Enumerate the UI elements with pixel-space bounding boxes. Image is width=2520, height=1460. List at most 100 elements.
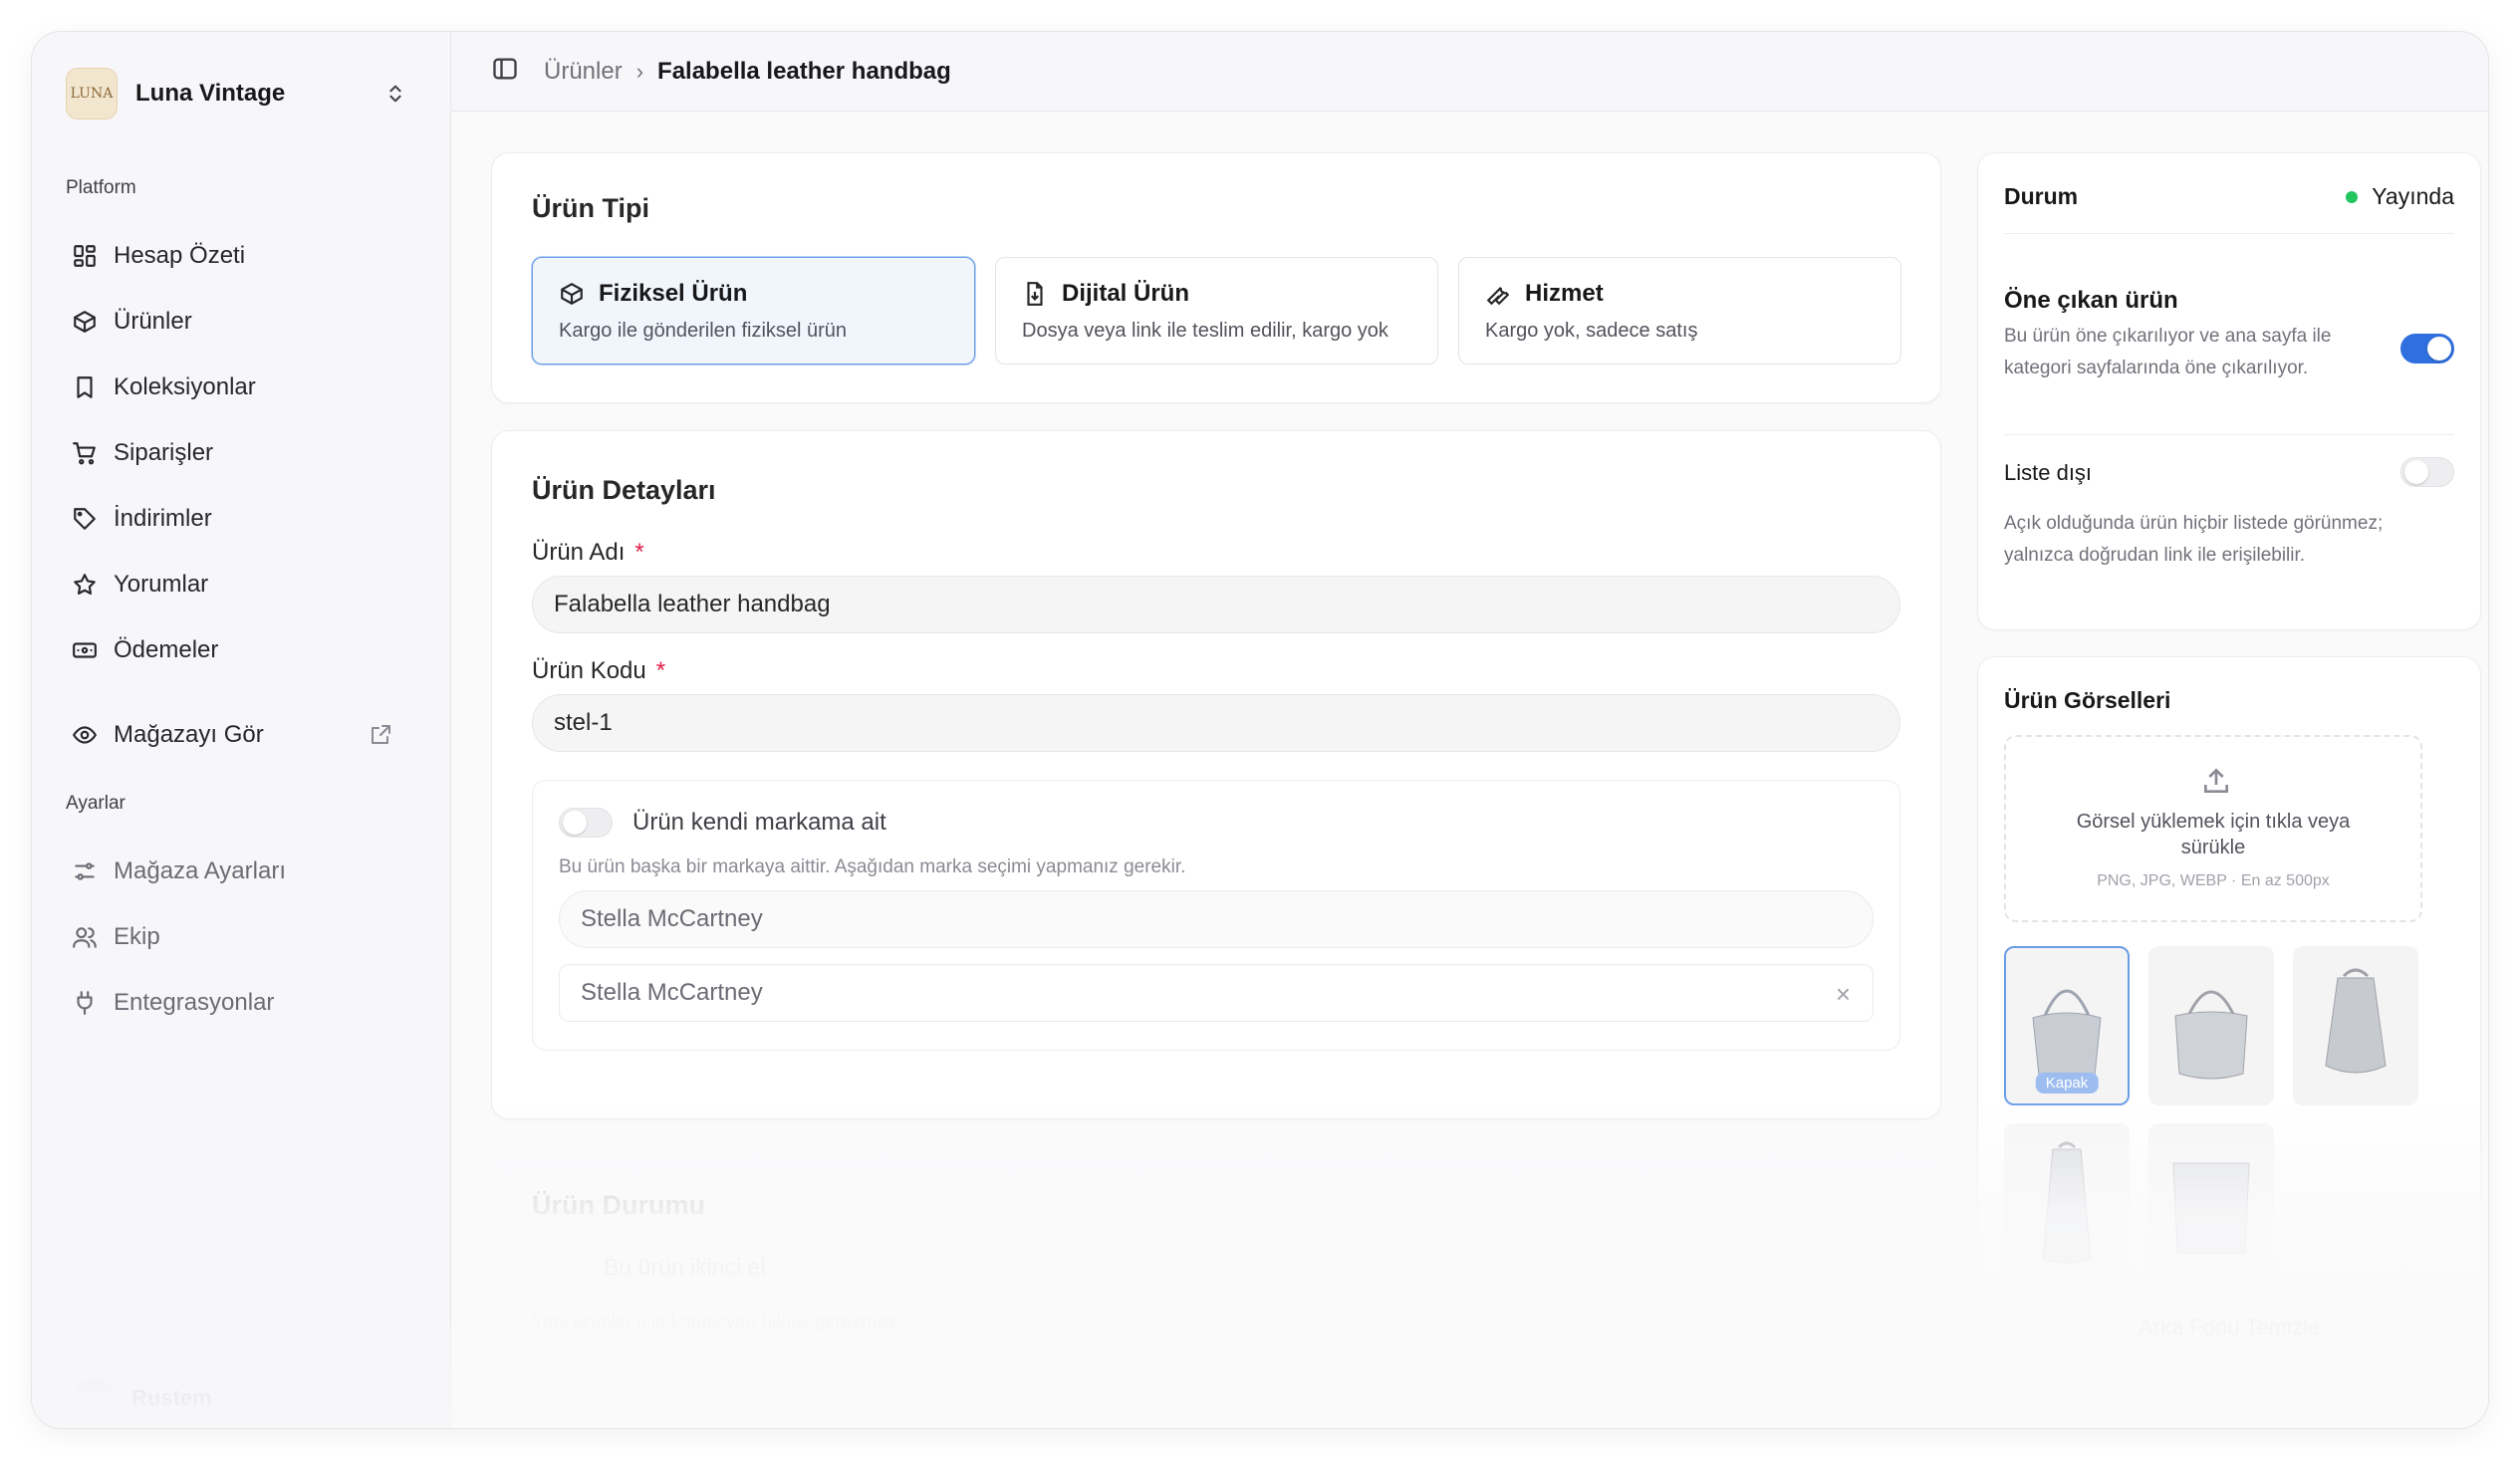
product-name-label: Ürün Adı *	[532, 539, 644, 566]
product-condition-card: Ürün Durumu Bu ürün ikinci el Yeni ürünl…	[491, 1147, 1941, 1386]
sidebar-item-reviews[interactable]: Yorumlar	[64, 561, 422, 608]
remove-background-button[interactable]: Arka Fonu Temizle	[2004, 1303, 2454, 1352]
featured-title: Öne çıkan ürün	[2004, 287, 2178, 314]
product-image-thumb[interactable]	[2004, 1123, 2130, 1283]
type-option-desc: Kargo yok, sadece satış	[1485, 320, 1698, 342]
handbag-image	[2174, 990, 2248, 1080]
type-option-desc: Kargo ile gönderilen fiziksel ürün	[559, 320, 848, 342]
type-option-service[interactable]: Hizmet Kargo yok, sadece satış	[1458, 257, 1901, 365]
package-icon	[561, 283, 583, 305]
product-type-card: Ürün Tipi Fiziksel Ürün Kargo ile gönder…	[491, 152, 1941, 403]
banknote-icon	[72, 637, 98, 663]
divider	[2004, 233, 2454, 234]
condition-hint: Yeni ürünler için kondisyon bilgisi gere…	[532, 1312, 903, 1333]
type-option-desc: Dosya veya link ile teslim edilir, kargo…	[1022, 320, 1388, 342]
brand-section: Ürün kendi markama ait Bu ürün başka bir…	[532, 780, 1900, 1051]
product-image-thumb-cover[interactable]: Kapak	[2004, 946, 2130, 1105]
sidebar-item-label: Koleksiyonlar	[114, 373, 256, 400]
product-name-input[interactable]: Falabella leather handbag	[532, 576, 1900, 633]
type-option-digital[interactable]: Dijital Ürün Dosya veya link ile teslim …	[995, 257, 1438, 365]
sidebar-item-discounts[interactable]: İndirimler	[64, 495, 422, 543]
images-title: Ürün Görselleri	[2004, 687, 2171, 713]
sidebar-item-collections[interactable]: Koleksiyonlar	[64, 364, 422, 411]
second-hand-toggle[interactable]	[532, 1252, 586, 1282]
sidebar-item-products[interactable]: Ürünler	[64, 298, 422, 346]
sidebar-item-label: Ürünler	[114, 308, 192, 335]
image-upload-dropzone[interactable]: Görsel yüklemek için tıkla veya sürükle …	[2004, 735, 2422, 922]
featured-toggle[interactable]	[2400, 334, 2454, 364]
sidebar-item-label: Ödemeler	[114, 636, 219, 663]
top-bar: Ürünler › Falabella leather handbag	[451, 32, 2488, 112]
type-option-title: Dijital Ürün	[1062, 280, 1190, 307]
type-option-physical[interactable]: Fiziksel Ürün Kargo ile gönderilen fizik…	[532, 257, 975, 365]
file-download-icon	[1027, 282, 1043, 306]
unlisted-title: Liste dışı	[2004, 460, 2093, 485]
eye-icon	[72, 722, 98, 748]
selected-brand[interactable]: Stella McCartney ×	[559, 964, 1874, 1022]
product-image-thumb[interactable]	[2148, 1123, 2274, 1283]
plug-icon	[72, 990, 98, 1016]
sidebar-item-label: Siparişler	[114, 439, 214, 466]
brand-search-input[interactable]: Stella McCartney	[559, 890, 1874, 948]
product-details-card: Ürün Detayları Ürün Adı * Falabella leath…	[491, 430, 1941, 1119]
sidebar-item-payments[interactable]: Ödemeler	[64, 626, 422, 674]
status-card: Durum Yayında Öne çıkan ürün Bu ürün öne…	[1977, 152, 2481, 630]
sidebar-item-integrations[interactable]: Entegrasyonlar	[64, 979, 422, 1027]
breadcrumb-parent[interactable]: Ürünler	[544, 58, 623, 86]
platform-section-label: Platform	[66, 177, 136, 198]
sidebar-item-label: Entegrasyonlar	[114, 989, 275, 1016]
package-icon	[72, 309, 98, 335]
user-name: Rustem	[131, 1385, 212, 1410]
view-store-link[interactable]: Mağazayı Gör	[64, 711, 422, 759]
user-menu[interactable]: Rustem	[74, 1378, 212, 1418]
external-link-icon	[369, 723, 392, 754]
sidebar-item-label: Ekip	[114, 923, 160, 950]
sidebar-item-account-overview[interactable]: Hesap Özeti	[64, 232, 422, 280]
sidebar-item-label: Yorumlar	[114, 571, 209, 598]
product-details-title: Ürün Detayları	[532, 475, 716, 505]
sidebar: LUNA Luna Vintage Platform Hesap Özeti Ü…	[32, 32, 451, 1428]
type-option-title: Hizmet	[1525, 280, 1604, 307]
avatar	[74, 1378, 114, 1418]
handbag-image	[2172, 1162, 2250, 1254]
dashboard-icon	[72, 243, 98, 269]
chevron-right-icon: ›	[635, 58, 644, 84]
product-code-input[interactable]: stel-1	[532, 694, 1900, 752]
handbag-image	[2042, 1141, 2092, 1264]
cover-badge: Kapak	[2035, 1073, 2099, 1094]
sidebar-toggle-icon[interactable]	[491, 55, 519, 88]
product-image-thumb[interactable]	[2293, 946, 2418, 1105]
own-brand-label: Ürün kendi markama ait	[632, 809, 886, 836]
status-badge: Yayında	[2346, 183, 2454, 210]
breadcrumb-current: Falabella leather handbag	[657, 57, 951, 85]
bookmark-icon	[72, 374, 98, 400]
brand-hint: Bu ürün başka bir markaya aittir. Aşağıd…	[559, 856, 1186, 877]
cart-icon	[72, 440, 98, 466]
close-icon[interactable]: ×	[1836, 979, 1851, 1010]
store-logo: LUNA	[66, 68, 118, 120]
images-card: Ürün Görselleri Görsel yüklemek için tık…	[1977, 656, 2481, 1373]
sidebar-item-store-settings[interactable]: Mağaza Ayarları	[64, 848, 422, 895]
second-hand-label: Bu ürün ikinci el	[604, 1254, 766, 1280]
sliders-icon	[72, 858, 98, 884]
star-icon	[72, 572, 98, 598]
wrench-icon	[1486, 287, 1510, 306]
status-dot	[2346, 190, 2359, 203]
handbag-image	[2325, 968, 2387, 1074]
status-value: Yayında	[2372, 183, 2454, 209]
unlisted-toggle[interactable]	[2400, 457, 2454, 487]
sidebar-item-team[interactable]: Ekip	[64, 913, 422, 961]
store-switcher[interactable]: LUNA Luna Vintage	[66, 66, 424, 122]
product-code-label: Ürün Kodu *	[532, 657, 666, 684]
upload-icon	[2204, 768, 2228, 793]
unlisted-desc: Açık olduğunda ürün hiçbir listede görün…	[2004, 513, 2384, 566]
sidebar-item-orders[interactable]: Siparişler	[64, 429, 422, 477]
tag-icon	[72, 506, 98, 532]
view-store-label: Mağazayı Gör	[114, 721, 264, 748]
featured-desc: Bu ürün öne çıkarılıyor ve ana sayfa ile…	[2004, 326, 2332, 378]
upload-hint: PNG, JPG, WEBP · En az 500px	[2097, 872, 2330, 889]
selected-brand-label: Stella McCartney	[581, 979, 763, 1006]
own-brand-toggle[interactable]	[559, 808, 613, 838]
product-image-thumb[interactable]	[2148, 946, 2274, 1105]
product-type-title: Ürün Tipi	[532, 193, 649, 223]
